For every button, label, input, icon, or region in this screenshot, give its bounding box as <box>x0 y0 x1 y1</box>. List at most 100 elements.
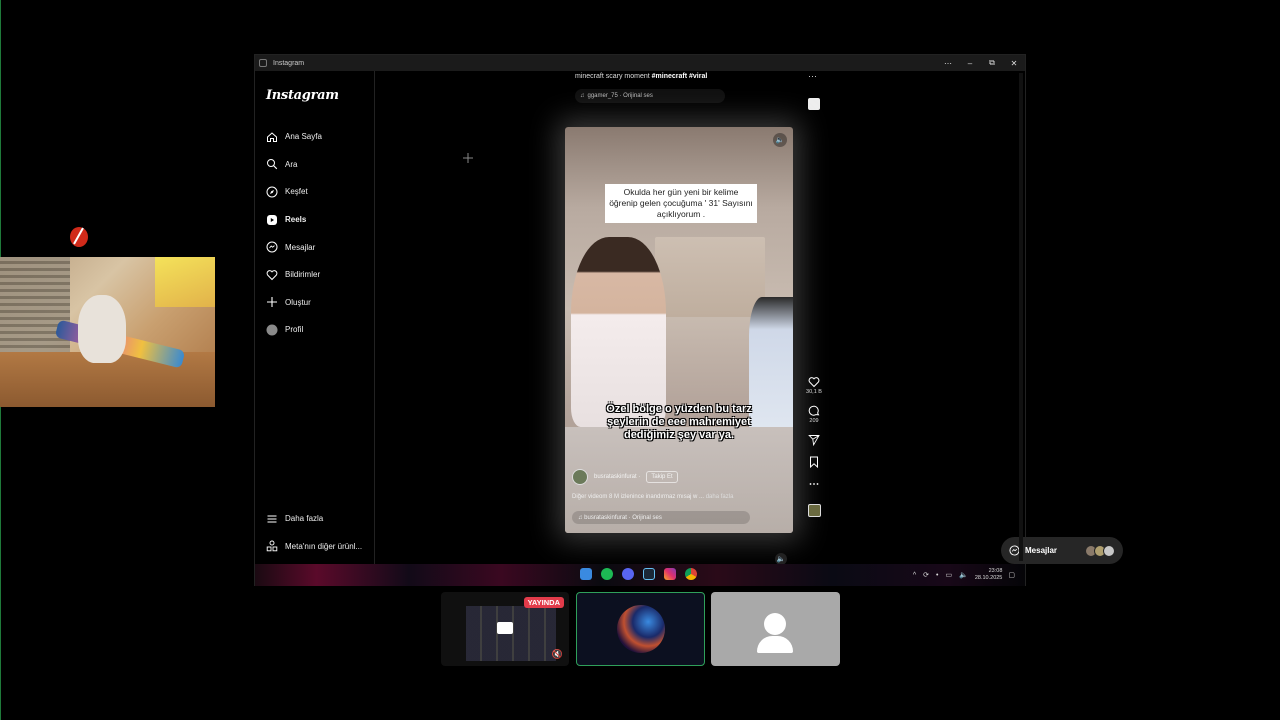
sidebar-item-reels[interactable]: Reels <box>255 206 375 234</box>
instagram-window: Instagram ⋯ – ⧉ ✕ Instagram Ana Sayfa Ar… <box>254 54 1123 586</box>
sidebar: Instagram Ana Sayfa Ara Keşfet Reels Mes… <box>255 71 375 564</box>
sidebar-item-explore[interactable]: Keşfet <box>255 178 375 206</box>
instagram-taskbar-icon[interactable] <box>664 568 676 580</box>
taskbar: ^ ⟳ • ▭ 🔈 23:08 28.10.2025 ▢ <box>255 564 1025 586</box>
scrollbar[interactable] <box>1019 73 1023 561</box>
meta-apps-icon <box>266 540 278 552</box>
reel-author: busrataskinfurat · Takip Et <box>572 469 678 485</box>
minimize-button[interactable]: – <box>959 59 981 68</box>
screen-share-icon <box>497 622 513 634</box>
clock-time: 23:08 <box>988 568 1003 574</box>
previous-reel-thumbnail[interactable] <box>808 98 820 110</box>
audio-thumbnail[interactable] <box>805 500 823 517</box>
author-username[interactable]: busrataskinfurat <box>594 474 637 480</box>
save-button[interactable] <box>805 456 823 468</box>
sidebar-bottom: Daha fazla Meta'nın diğer ürünl... <box>255 505 375 560</box>
sidebar-item-label: Keşfet <box>285 187 308 197</box>
stream-overlay-logo-icon <box>70 227 88 247</box>
more-options-button[interactable]: ⋯ <box>937 59 959 68</box>
discord-icon[interactable] <box>622 568 634 580</box>
muted-speaker-icon: 🔇 <box>551 649 563 659</box>
sidebar-item-more[interactable]: Daha fazla <box>255 505 375 533</box>
sidebar-item-label: Ara <box>285 159 298 169</box>
comment-button[interactable]: 209 <box>805 405 823 424</box>
music-note-icon: ♫ <box>580 93 585 99</box>
sidebar-item-messages[interactable]: Mesajlar <box>255 233 375 261</box>
sidebar-item-notifications[interactable]: Bildirimler <box>255 261 375 289</box>
like-button[interactable]: 30,1 B <box>805 376 823 395</box>
volume-icon[interactable]: 🔈 <box>959 571 968 579</box>
more-link[interactable]: daha fazla <box>706 494 734 500</box>
previous-reel-more-icon[interactable]: ⋯ <box>808 71 817 82</box>
menu-icon <box>267 515 277 523</box>
screen-share-tile[interactable]: YAYINDA 🔇 <box>441 592 569 666</box>
more-options-button[interactable] <box>805 478 823 490</box>
sidebar-item-label: Reels <box>285 215 307 225</box>
follow-button[interactable]: Takip Et <box>646 471 678 483</box>
sidebar-item-label: Profil <box>285 325 304 335</box>
sidebar-item-label: Oluştur <box>285 297 311 307</box>
previous-reel-caption: minecraft scary moment #minecraft #viral <box>575 73 708 80</box>
comment-count: 209 <box>809 418 819 424</box>
author-avatar[interactable] <box>572 469 588 485</box>
steam-icon[interactable] <box>643 568 655 580</box>
screen: Instagram ⋯ – ⧉ ✕ Instagram Ana Sayfa Ar… <box>0 0 1280 720</box>
sync-icon[interactable]: ⟳ <box>923 571 929 579</box>
clock[interactable]: 23:08 28.10.2025 <box>975 568 1003 582</box>
close-button[interactable]: ✕ <box>1003 59 1025 68</box>
sidebar-item-label: Meta'nın diğer ürünl... <box>285 541 363 551</box>
verified-dot: · <box>636 474 641 480</box>
like-count: 30,1 B <box>806 389 822 395</box>
cursor-crosshair-icon <box>463 153 473 163</box>
sidebar-item-label: Daha fazla <box>285 514 324 524</box>
reel-video[interactable]: 🔈 Okulda her gün yeni bir kelime öğrenip… <box>565 127 793 533</box>
sidebar-item-label: Bildirimler <box>285 270 321 280</box>
heart-icon <box>808 377 820 388</box>
compass-icon <box>266 186 278 198</box>
restore-button[interactable]: ⧉ <box>981 58 1003 68</box>
participant-tile-active[interactable] <box>576 592 705 666</box>
reel-audio[interactable]: ♫ busrataskinfurat · Orijinal ses <box>572 511 750 524</box>
avatar <box>617 605 665 653</box>
video-overlay-text: Okulda her gün yeni bir kelime öğrenip g… <box>605 184 757 223</box>
windows-start-icon[interactable] <box>580 568 592 580</box>
title-bar: Instagram ⋯ – ⧉ ✕ <box>255 55 1025 71</box>
bookmark-icon <box>810 456 818 468</box>
sidebar-item-label: Ana Sayfa <box>285 132 322 142</box>
reels-icon <box>267 214 277 225</box>
sidebar-item-search[interactable]: Ara <box>255 151 375 179</box>
sidebar-item-home[interactable]: Ana Sayfa <box>255 123 375 151</box>
participant-tile[interactable] <box>711 592 840 666</box>
reels-feed: minecraft scary moment #minecraft #viral… <box>375 71 1123 565</box>
cat-video-overlay <box>0 257 215 407</box>
messenger-icon <box>266 241 278 253</box>
reel-description: Diğer videom 8 M izlenince inandırmaz mı… <box>572 494 734 500</box>
previous-reel-audio[interactable]: ♫ ggamer_75 · Orijinal ses <box>575 89 725 103</box>
default-avatar-icon <box>764 613 786 635</box>
avatar <box>1103 544 1115 557</box>
instagram-logo[interactable]: Instagram <box>266 88 339 103</box>
share-button[interactable] <box>805 434 823 446</box>
system-tray: ^ ⟳ • ▭ 🔈 23:08 28.10.2025 ▢ <box>913 568 1015 582</box>
volume-icon[interactable]: 🔈 <box>773 133 787 147</box>
heart-icon <box>266 269 278 280</box>
sidebar-item-profile[interactable]: Profil <box>255 316 375 344</box>
display-icon[interactable]: ▭ <box>946 571 953 579</box>
send-icon <box>808 435 820 446</box>
sidebar-item-meta-apps[interactable]: Meta'nın diğer ürünl... <box>255 533 375 561</box>
more-icon <box>809 483 819 485</box>
spotify-icon[interactable] <box>601 568 613 580</box>
clock-date: 28.10.2025 <box>974 575 1003 581</box>
chrome-icon[interactable] <box>685 568 697 580</box>
live-badge: YAYINDA <box>523 597 564 608</box>
microphone-icon[interactable]: • <box>936 572 938 579</box>
chevron-up-icon[interactable]: ^ <box>913 572 916 579</box>
sidebar-item-create[interactable]: Oluştur <box>255 289 375 317</box>
home-icon <box>267 132 277 142</box>
sidebar-nav: Ana Sayfa Ara Keşfet Reels Mesajlar Bild… <box>255 123 375 344</box>
plus-icon <box>267 297 277 308</box>
app-icon <box>259 59 267 67</box>
sidebar-item-label: Mesajlar <box>285 242 316 252</box>
notification-icon[interactable]: ▢ <box>1008 571 1015 579</box>
search-icon <box>267 159 278 170</box>
